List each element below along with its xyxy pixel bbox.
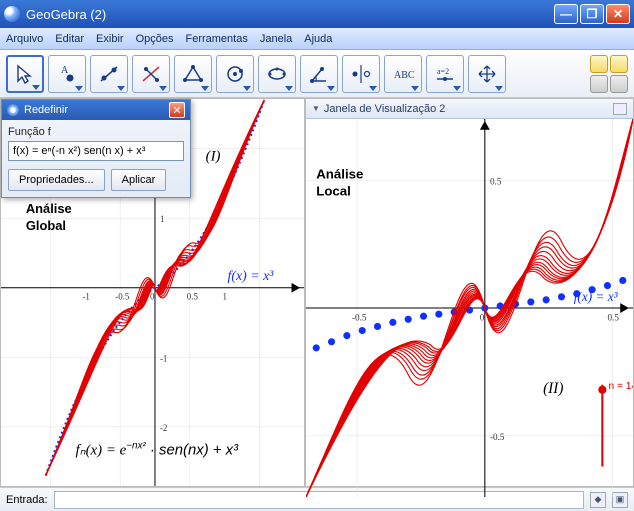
redefine-dialog: Redefinir ✕ Função f Propriedades... Apl… (1, 99, 191, 198)
view2-title: Janela de Visualização 2 (324, 103, 446, 115)
graphics-view-2[interactable]: ▼ Janela de Visualização 2 -0.5 0 0.5 0.5 -… (305, 98, 634, 487)
tool-angle[interactable] (300, 55, 338, 93)
tool-segment[interactable] (132, 55, 170, 93)
label-fx-cubed-right: f(x) = x³ (574, 289, 619, 304)
close-button[interactable]: ✕ (606, 4, 630, 24)
label-analise-global-2: Global (26, 218, 66, 233)
svg-text:0.5: 0.5 (490, 176, 502, 186)
redefine-close-button[interactable]: ✕ (169, 102, 185, 118)
svg-text:ABC: ABC (394, 70, 414, 81)
redo-button[interactable] (610, 55, 628, 73)
svg-text:(I): (I) (206, 149, 221, 165)
window-buttons: — ❐ ✕ (554, 4, 630, 24)
svg-text:0.5: 0.5 (187, 292, 199, 302)
maximize-button[interactable]: ❐ (580, 4, 604, 24)
redefine-title: Redefinir (24, 104, 68, 116)
toolbar-right (590, 55, 628, 93)
svg-text:1: 1 (223, 292, 227, 302)
svg-text:0.5: 0.5 (607, 312, 619, 322)
svg-text:-0.5: -0.5 (352, 312, 367, 322)
menu-ferramentas[interactable]: Ferramentas (185, 33, 247, 45)
tool-line[interactable] (90, 55, 128, 93)
view2-tools-icon[interactable] (613, 103, 627, 115)
svg-text:0: 0 (150, 292, 155, 302)
svg-text:A: A (61, 65, 69, 76)
help-button[interactable] (590, 75, 608, 93)
collapse-icon[interactable]: ▼ (312, 104, 320, 113)
view2-header: ▼ Janela de Visualização 2 (306, 99, 633, 119)
svg-text:0: 0 (480, 312, 485, 322)
svg-text:1: 1 (160, 214, 164, 224)
svg-text:-0.5: -0.5 (490, 432, 505, 442)
apply-button[interactable]: Aplicar (111, 169, 167, 191)
redefine-input[interactable] (8, 141, 184, 161)
tool-text[interactable]: ABC (384, 55, 422, 93)
settings-button[interactable] (610, 75, 628, 93)
svg-text:-1: -1 (82, 292, 89, 302)
svg-text:-1: -1 (160, 353, 167, 363)
tool-point[interactable]: A (48, 55, 86, 93)
tool-pan[interactable] (468, 55, 506, 93)
menu-exibir[interactable]: Exibir (96, 33, 124, 45)
graph-right[interactable]: -0.5 0 0.5 0.5 -0.5 (306, 119, 633, 497)
tool-move[interactable] (6, 55, 44, 93)
menu-editar[interactable]: Editar (55, 33, 84, 45)
titlebar: GeoGebra (2) — ❐ ✕ (0, 0, 634, 28)
label-analise-local-2: Local (316, 184, 351, 199)
tool-conic[interactable] (258, 55, 296, 93)
tool-circle[interactable] (216, 55, 254, 93)
label-roman-two: (II) (543, 380, 563, 397)
label-fn-formula: fₙ(x) = e−nx² · sen(nx) + x³ (76, 441, 240, 459)
slider-n-label: n = 14 (608, 381, 633, 392)
properties-button[interactable]: Propriedades... (8, 169, 105, 191)
slider-n[interactable]: n = 14 (598, 381, 633, 467)
window-title: GeoGebra (2) (26, 7, 554, 22)
svg-text:-2: -2 (160, 423, 167, 433)
app-window: GeoGebra (2) — ❐ ✕ Arquivo Editar Exibir… (0, 0, 634, 511)
label-analise-global-1: Análise (26, 201, 72, 216)
redefine-label: Função f (8, 126, 184, 138)
content-area: -1-0.50.51 12-1-2 0 (0, 98, 634, 487)
svg-text:a=2: a=2 (437, 67, 449, 76)
tool-transform[interactable] (342, 55, 380, 93)
menu-arquivo[interactable]: Arquivo (6, 33, 43, 45)
redefine-titlebar[interactable]: Redefinir ✕ (2, 100, 190, 120)
undo-button[interactable] (590, 55, 608, 73)
toolbar: A ABC a=2 (0, 50, 634, 98)
redefine-icon (7, 104, 19, 116)
menu-opcoes[interactable]: Opções (136, 33, 174, 45)
menu-janela[interactable]: Janela (260, 33, 292, 45)
menubar: Arquivo Editar Exibir Opções Ferramentas… (0, 28, 634, 50)
label-analise-local-1: Análise (316, 166, 363, 181)
label-fx-cubed-left: f(x) = x³ (227, 269, 274, 284)
minimize-button[interactable]: — (554, 4, 578, 24)
menu-ajuda[interactable]: Ajuda (304, 33, 332, 45)
app-icon (4, 6, 20, 22)
graphics-view-1[interactable]: -1-0.50.51 12-1-2 0 (0, 98, 305, 487)
input-label: Entrada: (6, 494, 48, 506)
tool-slider[interactable]: a=2 (426, 55, 464, 93)
svg-text:-0.5: -0.5 (115, 292, 130, 302)
tool-polygon[interactable] (174, 55, 212, 93)
